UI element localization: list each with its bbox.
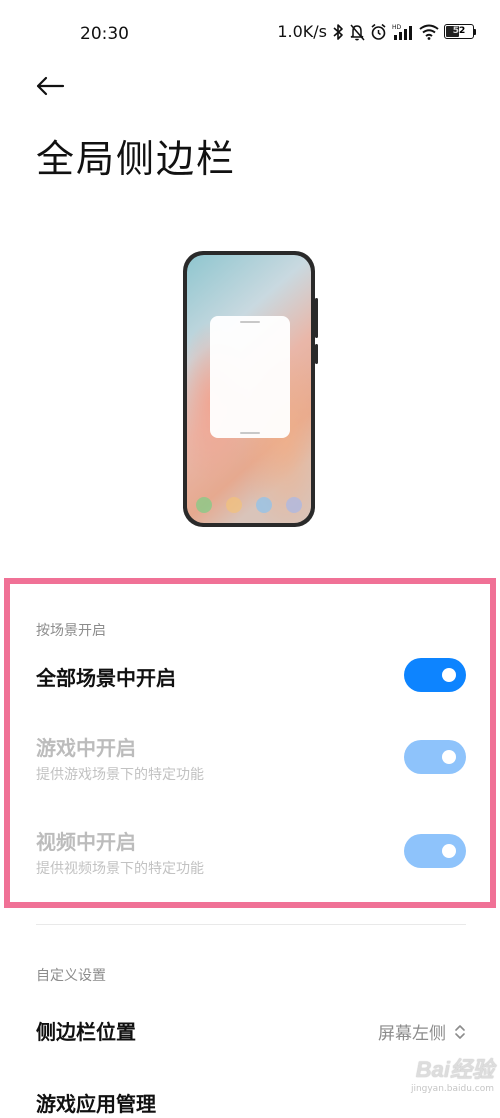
setting-subtitle: 提供游戏场景下的特定功能 (36, 767, 204, 783)
setting-sidebar-position[interactable]: 侧边栏位置 屏幕左侧 (36, 1016, 466, 1046)
toggle-knob (442, 668, 456, 682)
setting-title: 侧边栏位置 (36, 1020, 136, 1044)
back-button[interactable] (30, 66, 70, 106)
status-time: 20:30 (80, 24, 129, 44)
setting-game-scene[interactable]: 游戏中开启 提供游戏场景下的特定功能 (36, 732, 466, 788)
battery-level: 52 (452, 26, 466, 36)
hd-signal-icon: HD (392, 23, 414, 41)
phone-illustration (182, 250, 318, 528)
bluetooth-icon (332, 23, 344, 41)
toggle-knob (442, 750, 456, 764)
setting-title: 全部场景中开启 (36, 666, 176, 690)
setting-title: 视频中开启 (36, 830, 136, 854)
status-bar: 20:30 1.0K/s HD 52 (0, 0, 500, 64)
toggle-knob (442, 844, 456, 858)
alarm-icon (370, 23, 387, 41)
setting-all-scenes[interactable]: 全部场景中开启 (36, 654, 466, 696)
toggle-game-scene[interactable] (404, 740, 466, 774)
page-title: 全局侧边栏 (36, 137, 237, 181)
section-divider (36, 924, 466, 925)
setting-subtitle: 提供视频场景下的特定功能 (36, 861, 204, 877)
watermark-sub: jingyan.baidu.com (410, 1084, 494, 1094)
setting-title: 游戏应用管理 (36, 1092, 156, 1116)
battery-tip (474, 28, 476, 35)
sidebar-position-select[interactable]: 屏幕左侧 (378, 1019, 466, 1044)
section-label-custom: 自定义设置 (36, 968, 106, 984)
setting-game-app-management[interactable]: 游戏应用管理 (36, 1088, 466, 1118)
baidu-watermark: Bai经验 jingyan.baidu.com (411, 1052, 494, 1094)
section-label-scene: 按场景开启 (36, 623, 106, 639)
battery-icon: 52 (444, 24, 476, 39)
sidebar-position-value: 屏幕左侧 (378, 1024, 446, 1044)
toggle-video-scene[interactable] (404, 834, 466, 868)
watermark-text: Bai经验 (415, 1057, 494, 1082)
setting-video-scene[interactable]: 视频中开启 提供视频场景下的特定功能 (36, 826, 466, 882)
battery-body: 52 (444, 24, 474, 39)
setting-title: 游戏中开启 (36, 736, 136, 760)
arrow-left-icon (36, 76, 65, 96)
wifi-icon (419, 24, 439, 40)
mute-icon (349, 23, 365, 41)
chevron-up-down-icon (455, 1024, 465, 1039)
toggle-all-scenes[interactable] (404, 658, 466, 692)
net-speed: 1.0K/s (277, 22, 327, 41)
svg-text:HD: HD (392, 24, 402, 31)
status-icons: 1.0K/s HD 52 (277, 22, 476, 41)
